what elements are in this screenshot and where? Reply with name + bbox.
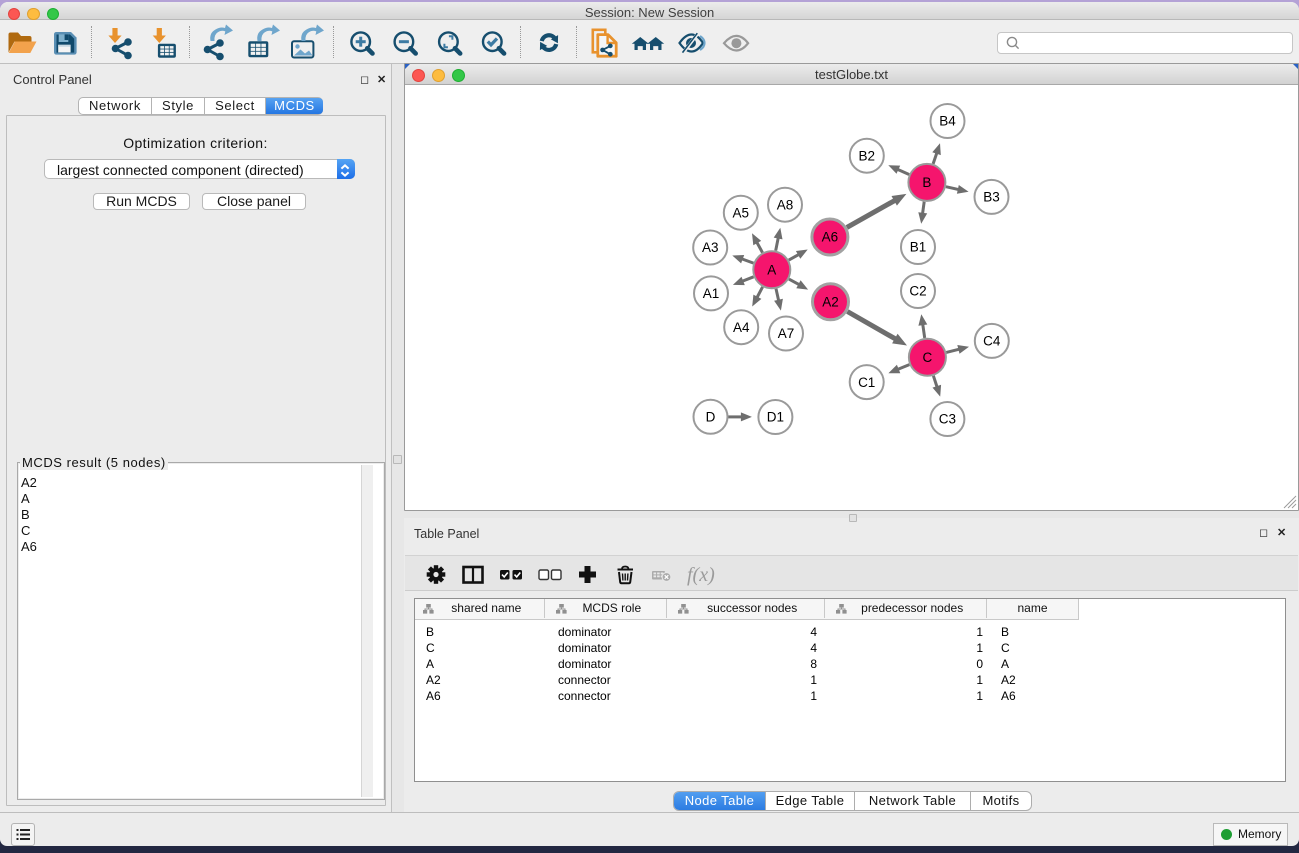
svg-text:A4: A4: [733, 320, 750, 335]
svg-text:C1: C1: [858, 375, 875, 390]
svg-text:B4: B4: [939, 114, 956, 129]
svg-text:A3: A3: [702, 240, 719, 255]
svg-text:B: B: [922, 175, 931, 190]
svg-text:C2: C2: [909, 284, 926, 299]
svg-text:A1: A1: [703, 286, 720, 301]
svg-text:A2: A2: [822, 295, 839, 310]
svg-text:B3: B3: [983, 190, 1000, 205]
svg-text:C3: C3: [939, 412, 956, 427]
svg-text:A7: A7: [778, 326, 795, 341]
svg-text:A8: A8: [777, 197, 794, 212]
svg-text:B2: B2: [859, 148, 876, 163]
svg-text:C: C: [923, 350, 933, 365]
svg-text:D1: D1: [767, 410, 784, 425]
svg-text:B1: B1: [910, 240, 927, 255]
svg-text:C4: C4: [983, 334, 1001, 349]
svg-text:A5: A5: [733, 205, 750, 220]
svg-text:f(x): f(x): [687, 564, 715, 586]
svg-text:A6: A6: [822, 230, 839, 245]
svg-text:A: A: [767, 262, 776, 277]
svg-text:D: D: [706, 410, 716, 425]
